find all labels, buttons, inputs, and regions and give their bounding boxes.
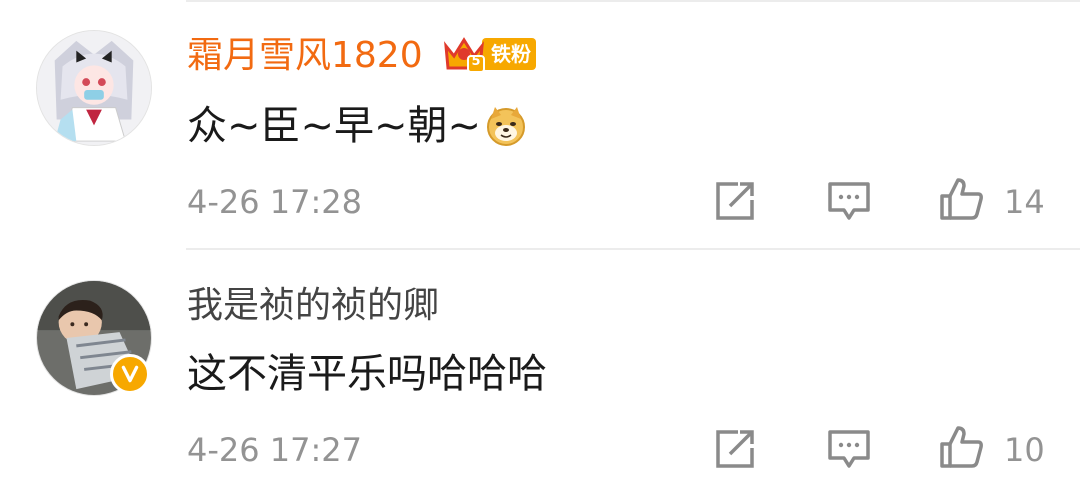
comment-timestamp: 4-26 17:28: [187, 183, 363, 221]
reply-button[interactable]: [826, 178, 872, 224]
share-button[interactable]: [712, 178, 758, 224]
avatar[interactable]: [36, 30, 152, 146]
share-button[interactable]: [712, 426, 758, 472]
fan-badge-label: 铁粉: [491, 42, 531, 66]
comment-icon: [828, 430, 870, 468]
like-button[interactable]: [938, 176, 984, 222]
like-count: 14: [1004, 183, 1045, 221]
share-icon: [716, 182, 754, 220]
comment-username[interactable]: 我是祯的祯的卿: [187, 286, 439, 326]
like-count: 10: [1004, 431, 1045, 469]
comment-text: 这不清平乐吗哈哈哈: [187, 350, 547, 398]
comment-timestamp: 4-26 17:27: [187, 431, 363, 469]
like-icon: [940, 178, 983, 220]
comment-item: 霜月雪风1820 铁粉 5 众~臣~早~朝~ 4-26 17:28 14: [0, 0, 1080, 240]
doge-emoji-icon: [485, 105, 527, 147]
comment-text-body: 众~臣~早~朝~: [187, 103, 482, 149]
reply-button[interactable]: [826, 426, 872, 472]
verified-icon: [110, 354, 150, 394]
comment-username[interactable]: 霜月雪风1820: [187, 36, 423, 76]
comment-text: 众~臣~早~朝~: [187, 102, 527, 150]
share-icon: [716, 430, 754, 468]
comment-item: 我是祯的祯的卿 这不清平乐吗哈哈哈 4-26 17:27 10: [0, 250, 1080, 490]
comment-text-body: 这不清平乐吗哈哈哈: [187, 351, 547, 397]
fan-level-number: 5: [471, 54, 481, 69]
like-button[interactable]: [938, 424, 984, 470]
like-icon: [940, 426, 983, 468]
comment-icon: [828, 182, 870, 220]
